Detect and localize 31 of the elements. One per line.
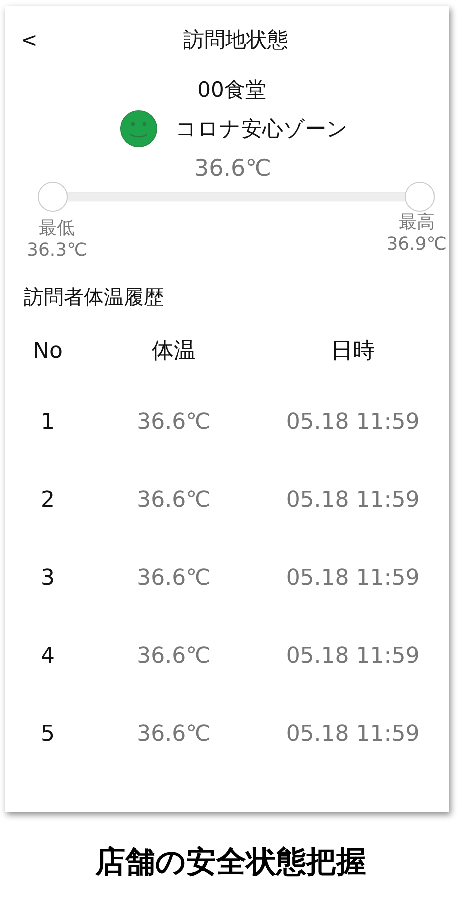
screen-title: 訪問地状態 — [184, 27, 288, 54]
table-cell-text: 36.6℃ — [136, 410, 212, 434]
table-cell-text: 36.6℃ — [136, 644, 212, 668]
slider-thumb[interactable] — [405, 182, 435, 212]
table-cell-text: 36.6℃ — [136, 722, 212, 746]
caption: 店舗の安全状態把握 — [94, 844, 368, 882]
min-temperature: 36.3℃ — [27, 240, 88, 262]
table-cell-text: 3 — [40, 566, 56, 590]
column-header: 体温 — [151, 338, 197, 366]
max-temperature: 36.9℃ — [386, 234, 447, 256]
current-temperature: 36.6℃ — [193, 156, 273, 182]
table-cell-text: 05.18 11:59 — [285, 410, 421, 434]
table-cell-text: 2 — [40, 488, 56, 512]
history-title: 訪問者体温履歴 — [24, 284, 165, 311]
table-cell-text: 4 — [40, 644, 56, 668]
max-label: 最高 — [398, 212, 435, 234]
table-cell-text: 1 — [40, 410, 56, 434]
column-header: 日時 — [330, 338, 376, 366]
table-cell-text: 36.6℃ — [136, 566, 212, 590]
table-cell-text: 05.18 11:59 — [285, 722, 421, 746]
table-cell-text: 05.18 11:59 — [285, 566, 421, 590]
back-button[interactable]: < — [21, 28, 38, 52]
place-name: 00食堂 — [196, 77, 268, 104]
slider-thumb[interactable] — [38, 182, 68, 212]
table-cell-text: 36.6℃ — [136, 488, 212, 512]
zone-status: コロナ安心ゾーン — [176, 116, 348, 143]
column-header: No — [32, 338, 64, 364]
table-cell-text: 05.18 11:59 — [285, 488, 421, 512]
table-cell-text: 5 — [40, 722, 56, 746]
min-label: 最低 — [39, 218, 76, 240]
table-cell-text: 05.18 11:59 — [285, 644, 421, 668]
